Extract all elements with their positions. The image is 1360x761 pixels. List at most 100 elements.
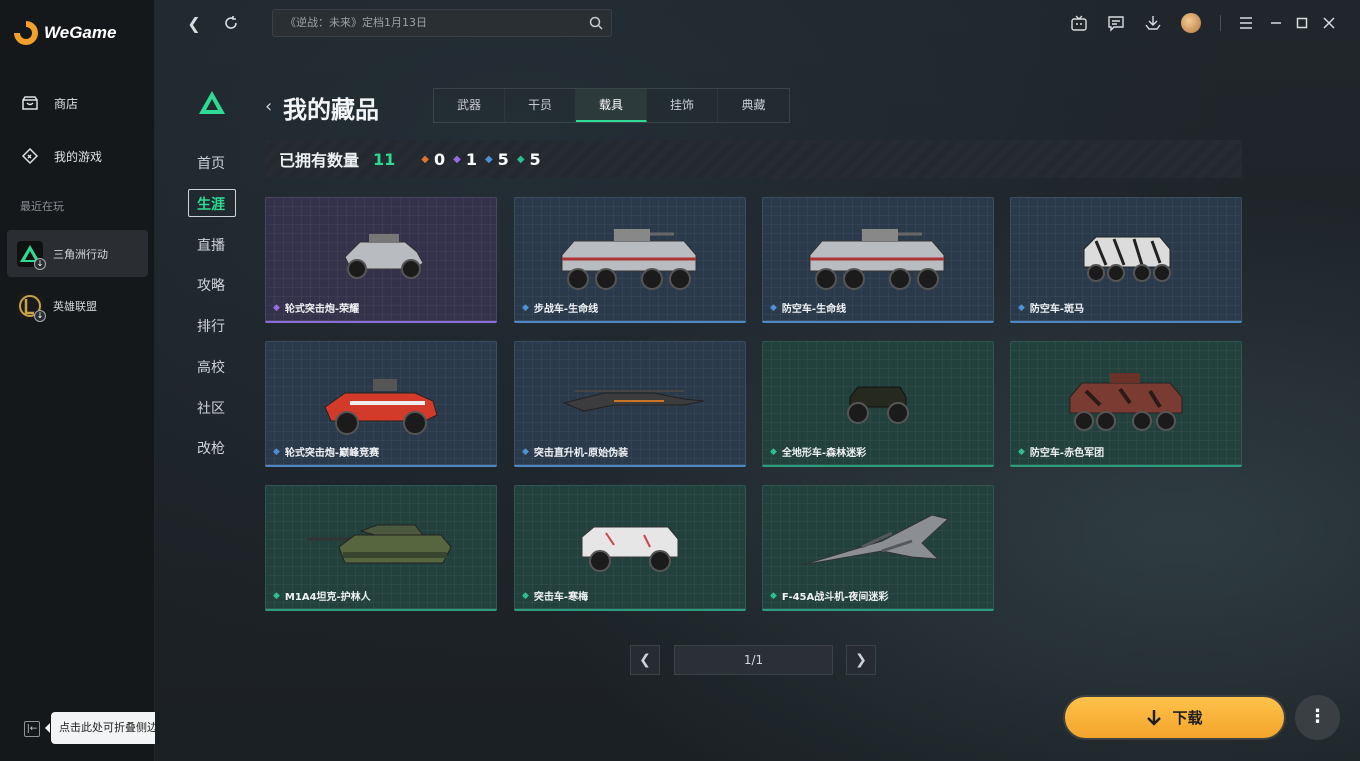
download-badge-icon: ↓ — [34, 309, 46, 322]
green-diamond-icon: ◆ — [273, 590, 280, 601]
card-name-label: 突击直升机-原始伪装 — [533, 448, 629, 459]
collection-card[interactable]: ◆ 步战车-生命线 — [514, 197, 746, 323]
collection-tab[interactable]: 载具 — [576, 89, 647, 122]
card-name-label: F-45A战斗机-夜间迷彩 — [781, 592, 889, 603]
rarity-count: ◆ 5 — [517, 150, 541, 169]
collection-tab[interactable]: 典藏 — [718, 89, 789, 122]
prev-page-button[interactable]: ❮ — [630, 645, 660, 675]
card-title: ◆ 防空车-生命线 — [770, 300, 847, 316]
topbar-divider — [1220, 15, 1221, 31]
search-icon[interactable] — [589, 16, 603, 30]
maximize-icon[interactable] — [1291, 12, 1313, 34]
left-sidebar: WeGame 商店 我的游戏 最近在玩 ↓ 三角洲行动 ↓ 英雄联盟 |← 点击… — [0, 0, 187, 761]
minimize-icon[interactable] — [1265, 12, 1287, 34]
collection-card[interactable]: ◆ 突击车-寒梅 — [514, 485, 746, 611]
card-name-label: 轮式突击炮-荣耀 — [284, 304, 360, 315]
page-title: 我的藏品 — [283, 96, 379, 124]
card-title: ◆ 全地形车-森林迷彩 — [770, 444, 866, 460]
owned-count: 11 — [373, 149, 396, 169]
game-nav-item[interactable]: 改枪 — [185, 438, 237, 458]
collapse-sidebar-icon[interactable]: |← — [24, 721, 40, 737]
wegame-logo[interactable]: WeGame — [14, 18, 116, 48]
sidebar-game-lol[interactable]: ↓ 英雄联盟 — [7, 282, 148, 329]
collection-tab[interactable]: 武器 — [434, 89, 505, 122]
game-nav-item[interactable]: 攻略 — [185, 275, 237, 295]
card-name-label: 突击车-寒梅 — [533, 592, 589, 603]
rarity-count-value: 5 — [529, 149, 541, 169]
close-icon[interactable] — [1318, 12, 1340, 34]
delta-force-logo-icon[interactable] — [197, 88, 227, 118]
blue-diamond-icon: ◆ — [522, 446, 529, 457]
collection-card[interactable]: ◆ 全地形车-森林迷彩 — [762, 341, 994, 467]
user-avatar[interactable] — [1180, 12, 1202, 34]
main-content: ❮ 《逆战：未来》定档1月13日 首页生涯直播攻略排行高校社区改枪 ‹ 我的藏品… — [155, 0, 1360, 761]
collection-back-icon[interactable]: ‹ — [265, 96, 272, 117]
collection-tab[interactable]: 干员 — [505, 89, 576, 122]
card-title: ◆ 防空车-赤色军团 — [1018, 444, 1105, 460]
rarity-count: ◆ 0 — [421, 150, 445, 169]
collection-card[interactable]: ◆ 防空车-赤色军团 — [1010, 341, 1242, 467]
recent-played-label: 最近在玩 — [20, 200, 64, 213]
rarity-count-value: 5 — [497, 149, 509, 169]
blue-diamond-icon: ◆ — [522, 302, 529, 313]
delta-force-icon: ↓ — [17, 240, 46, 270]
card-title: ◆ 突击直升机-原始伪装 — [522, 444, 629, 460]
card-name-label: 轮式突击炮-巅峰竞赛 — [284, 448, 380, 459]
next-page-button[interactable]: ❯ — [846, 645, 876, 675]
orange-diamond-icon: ◆ — [421, 153, 429, 165]
menu-icon[interactable] — [1235, 12, 1257, 34]
more-options-button[interactable]: ⋮ — [1295, 695, 1340, 740]
sidebar-game-delta-force[interactable]: ↓ 三角洲行动 — [7, 230, 148, 277]
rarity-count: ◆ 1 — [453, 150, 477, 169]
collection-card[interactable]: ◆ 防空车-生命线 — [762, 197, 994, 323]
lol-icon: ↓ — [17, 292, 46, 322]
blue-diamond-icon: ◆ — [273, 446, 280, 457]
rarity-count: ◆ 5 — [485, 150, 509, 169]
green-diamond-icon: ◆ — [770, 590, 777, 601]
card-title: ◆ 突击车-寒梅 — [522, 588, 589, 604]
collection-card[interactable]: ◆ F-45A战斗机-夜间迷彩 — [762, 485, 994, 611]
game-nav-item[interactable]: 高校 — [185, 357, 237, 377]
blue-diamond-icon: ◆ — [1018, 302, 1025, 313]
green-diamond-icon: ◆ — [770, 446, 777, 457]
green-diamond-icon: ◆ — [516, 153, 525, 165]
collection-card[interactable]: ◆ 防空车-斑马 — [1010, 197, 1242, 323]
game-nav-item[interactable]: 排行 — [185, 316, 237, 336]
refresh-icon[interactable] — [220, 12, 242, 34]
card-title: ◆ F-45A战斗机-夜间迷彩 — [770, 588, 889, 604]
card-name-label: 防空车-赤色军团 — [1029, 448, 1105, 459]
back-icon[interactable]: ❮ — [183, 12, 205, 34]
card-name-label: M1A4坦克-护林人 — [284, 592, 371, 603]
purple-diamond-icon: ◆ — [273, 302, 280, 313]
collection-tab[interactable]: 挂饰 — [647, 89, 718, 122]
sidebar-item-store[interactable]: 商店 — [20, 93, 78, 113]
page-indicator: 1/1 — [674, 645, 833, 675]
collection-card[interactable]: ◆ M1A4坦克-护林人 — [265, 485, 497, 611]
message-icon[interactable] — [1105, 12, 1127, 34]
game-nav-item[interactable]: 社区 — [185, 398, 237, 418]
blue-diamond-icon: ◆ — [770, 302, 777, 313]
download-manager-icon[interactable] — [1142, 12, 1164, 34]
collection-tabs: 武器 干员 载具 挂饰 典藏 — [433, 88, 790, 123]
gift-box-icon[interactable] — [1068, 12, 1090, 34]
game-nav-item[interactable]: 首页 — [185, 153, 237, 173]
rarity-count-value: 0 — [433, 149, 446, 169]
search-input[interactable]: 《逆战：未来》定档1月13日 — [272, 9, 612, 37]
collection-card[interactable]: ◆ 轮式突击炮-巅峰竞赛 — [265, 341, 497, 467]
card-name-label: 防空车-生命线 — [781, 304, 847, 315]
sidebar-item-my-games[interactable]: 我的游戏 — [20, 146, 102, 166]
collection-card[interactable]: ◆ 突击直升机-原始伪装 — [514, 341, 746, 467]
download-button[interactable]: 下载 — [1063, 695, 1286, 740]
card-title: ◆ 步战车-生命线 — [522, 300, 599, 316]
game-nav-item[interactable]: 生涯 — [185, 189, 237, 217]
collection-card[interactable]: ◆ 轮式突击炮-荣耀 — [265, 197, 497, 323]
download-arrow-icon — [1147, 709, 1162, 726]
rarity-count-value: 1 — [465, 149, 477, 169]
card-title: ◆ 轮式突击炮-巅峰竞赛 — [273, 444, 380, 460]
card-name-label: 防空车-斑马 — [1029, 304, 1085, 315]
purple-diamond-icon: ◆ — [453, 153, 461, 165]
avatar — [1181, 13, 1201, 33]
gamepad-icon — [21, 147, 39, 165]
card-name-label: 步战车-生命线 — [533, 304, 599, 315]
game-nav-item[interactable]: 直播 — [185, 235, 237, 255]
